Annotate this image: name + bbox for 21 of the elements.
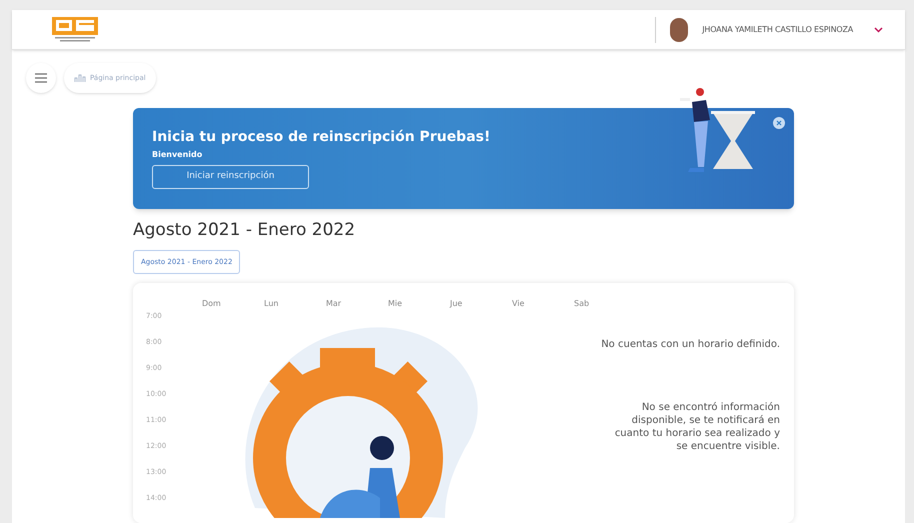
menu-icon bbox=[35, 73, 47, 83]
day-header: Sab bbox=[574, 298, 590, 310]
banner-title: Inicia tu proceso de reinscripción Pruebas! bbox=[152, 128, 490, 146]
day-header: Mar bbox=[326, 298, 342, 310]
empty-schedule-message: No se encontró información disponible, se te notificará en cuanto tu horario sea realizado y se encuentre visible. bbox=[614, 401, 780, 453]
day-header: Mie bbox=[388, 298, 404, 310]
banner-subtitle: Bienvenido bbox=[152, 149, 202, 161]
empty-schedule-title: No cuentas con un horario definido. bbox=[601, 338, 780, 352]
logo-icon bbox=[52, 16, 98, 42]
avatar bbox=[670, 18, 688, 42]
close-icon bbox=[776, 120, 782, 126]
day-header: Dom bbox=[202, 298, 222, 310]
day-header: Jue bbox=[450, 298, 464, 310]
chart-icon bbox=[74, 73, 86, 83]
chevron-down-icon bbox=[874, 26, 882, 32]
day-header: Vie bbox=[512, 298, 526, 310]
start-button[interactable]: Iniciar reinscripción bbox=[152, 165, 309, 189]
day-header: Lun bbox=[264, 298, 280, 310]
menu-button[interactable] bbox=[26, 63, 56, 93]
period-title: Agosto 2021 - Enero 2022 bbox=[133, 219, 356, 241]
user-name: JHOANA YAMILETH CASTILLO ESPINOZA bbox=[702, 24, 853, 36]
